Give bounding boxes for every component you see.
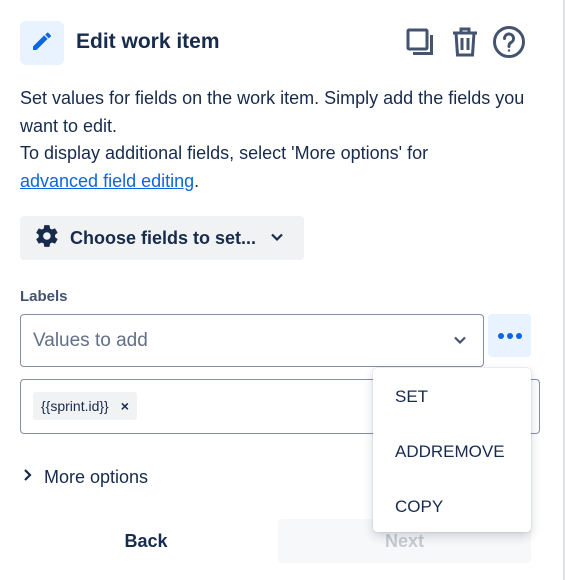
remove-tag-button[interactable]: × — [121, 398, 129, 414]
labels-field-label: Labels — [20, 288, 68, 305]
gear-icon — [34, 223, 60, 254]
help-button[interactable] — [490, 25, 528, 63]
chevron-right-icon — [22, 468, 32, 487]
chevron-down-icon — [270, 229, 284, 247]
description-line-2: To display additional fields, select 'Mo… — [20, 143, 429, 163]
operation-menu: SET ADDREMOVE COPY — [373, 368, 531, 532]
menu-item-copy[interactable]: COPY — [395, 497, 443, 517]
menu-item-addremove[interactable]: ADDREMOVE — [395, 442, 505, 462]
description: Set values for fields on the work item. … — [20, 85, 540, 195]
labels-select[interactable]: Values to add — [20, 314, 484, 367]
copy-icon — [404, 26, 436, 63]
back-button[interactable]: Back — [20, 519, 272, 563]
delete-button[interactable] — [446, 25, 484, 63]
description-line-1: Set values for fields on the work item. … — [20, 88, 525, 136]
choose-fields-button[interactable]: Choose fields to set... — [20, 216, 304, 260]
trash-icon — [450, 26, 480, 63]
pencil-icon — [30, 29, 54, 58]
choose-fields-label: Choose fields to set... — [70, 227, 257, 248]
description-suffix: . — [194, 170, 200, 191]
more-horizontal-icon — [497, 327, 523, 345]
advanced-field-editing-link[interactable]: advanced field editing — [20, 171, 194, 191]
more-options-toggle[interactable]: More options — [22, 467, 148, 488]
duplicate-button[interactable] — [401, 25, 439, 63]
more-options-label: More options — [44, 467, 149, 487]
page-title: Edit work item — [76, 30, 220, 53]
label-tag: {{sprint.id}} × — [33, 392, 137, 420]
chevron-down-icon — [453, 332, 467, 350]
label-tag-text: {{sprint.id}} — [41, 398, 109, 414]
help-icon — [492, 25, 526, 64]
labels-select-placeholder: Values to add — [33, 329, 148, 351]
more-actions-button[interactable] — [488, 314, 531, 357]
menu-item-set[interactable]: SET — [395, 387, 428, 407]
edit-icon-badge — [20, 21, 64, 65]
